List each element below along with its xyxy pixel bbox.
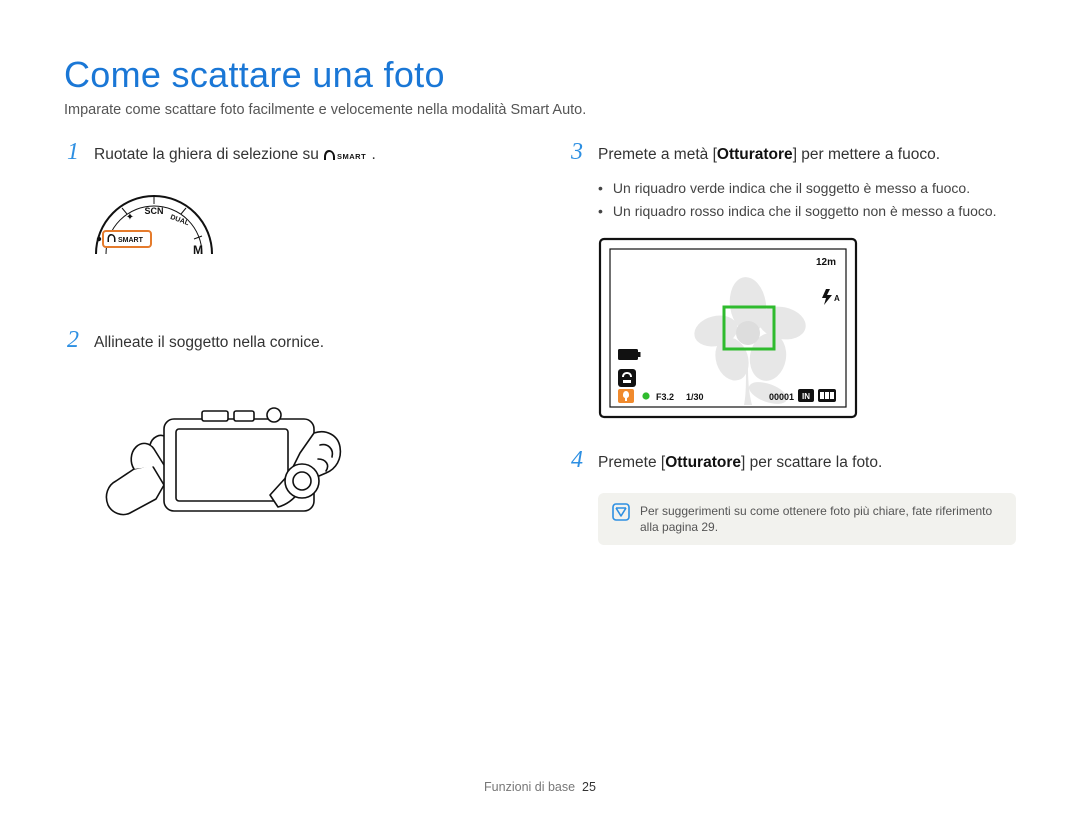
shots-remaining: 00001 (769, 392, 794, 402)
macro-icon (618, 389, 634, 403)
aperture-value: F3.2 (656, 392, 674, 402)
svg-text:S: S (190, 265, 198, 279)
resolution-indicator: 12m (816, 257, 836, 268)
tip-note: Per suggerimenti su come ottenere foto p… (598, 493, 1016, 545)
page-subtitle: Imparate come scattare foto facilmente e… (64, 102, 1016, 118)
step-text: Ruotate la ghiera di selezione su SMART … (94, 144, 376, 166)
step-text: Allineate il soggetto nella cornice. (94, 332, 324, 354)
svg-text:A: A (834, 294, 840, 303)
right-column: 3 Premete a metà [Otturatore] per metter… (568, 140, 1016, 572)
step-2: 2 Allineate il soggetto nella cornice. (64, 328, 512, 354)
note-text: Per suggerimenti su come ottenere foto p… (640, 503, 1002, 535)
bullet-item: •Un riquadro rosso indica che il soggett… (598, 201, 1016, 221)
step-3: 3 Premete a metà [Otturatore] per metter… (568, 140, 1016, 166)
svg-text:✦: ✦ (126, 212, 134, 223)
page-content: Come scattare una foto Imparate come sca… (0, 0, 1080, 572)
left-column: 1 Ruotate la ghiera di selezione su SMAR… (64, 140, 512, 572)
svg-text:A: A (172, 283, 181, 297)
step-number: 1 (64, 140, 82, 164)
note-icon (612, 503, 630, 521)
step-1: 1 Ruotate la ghiera di selezione su SMAR… (64, 140, 512, 166)
bullet-item: •Un riquadro verde indica che il soggett… (598, 178, 1016, 198)
svg-text:P: P (150, 291, 158, 299)
svg-text:SCN: SCN (144, 206, 163, 216)
svg-text:IN: IN (802, 392, 810, 401)
step-text: Premete [Otturatore] per scattare la fot… (598, 452, 882, 474)
storage-icon (818, 389, 836, 402)
step-number: 4 (568, 448, 586, 472)
step-number: 3 (568, 140, 586, 164)
battery-icon (618, 349, 641, 360)
ois-icon (618, 369, 636, 387)
step-number: 2 (64, 328, 82, 352)
focus-ok-indicator (642, 392, 649, 399)
svg-text:SMART: SMART (337, 152, 366, 161)
smart-mode-icon: SMART (323, 148, 367, 162)
step-3-bullets: •Un riquadro verde indica che il soggett… (598, 178, 1016, 221)
camera-screen-illustration: 12m A (598, 237, 1016, 424)
step-4: 4 Premete [Otturatore] per scattare la f… (568, 448, 1016, 474)
two-column-layout: 1 Ruotate la ghiera di selezione su SMAR… (64, 140, 1016, 572)
svg-text:SMART: SMART (118, 237, 144, 244)
page-title: Come scattare una foto (64, 54, 1016, 96)
hold-camera-illustration (94, 373, 512, 548)
svg-text:M: M (193, 243, 203, 257)
media-in-icon: IN (798, 389, 814, 402)
shutter-value: 1/30 (686, 392, 704, 402)
step-text: Premete a metà [Otturatore] per mettere … (598, 144, 940, 166)
mode-dial-illustration: SCN ✦ DUAL M S A P SMART (94, 184, 512, 304)
page-footer: Funzioni di base 25 (0, 780, 1080, 794)
